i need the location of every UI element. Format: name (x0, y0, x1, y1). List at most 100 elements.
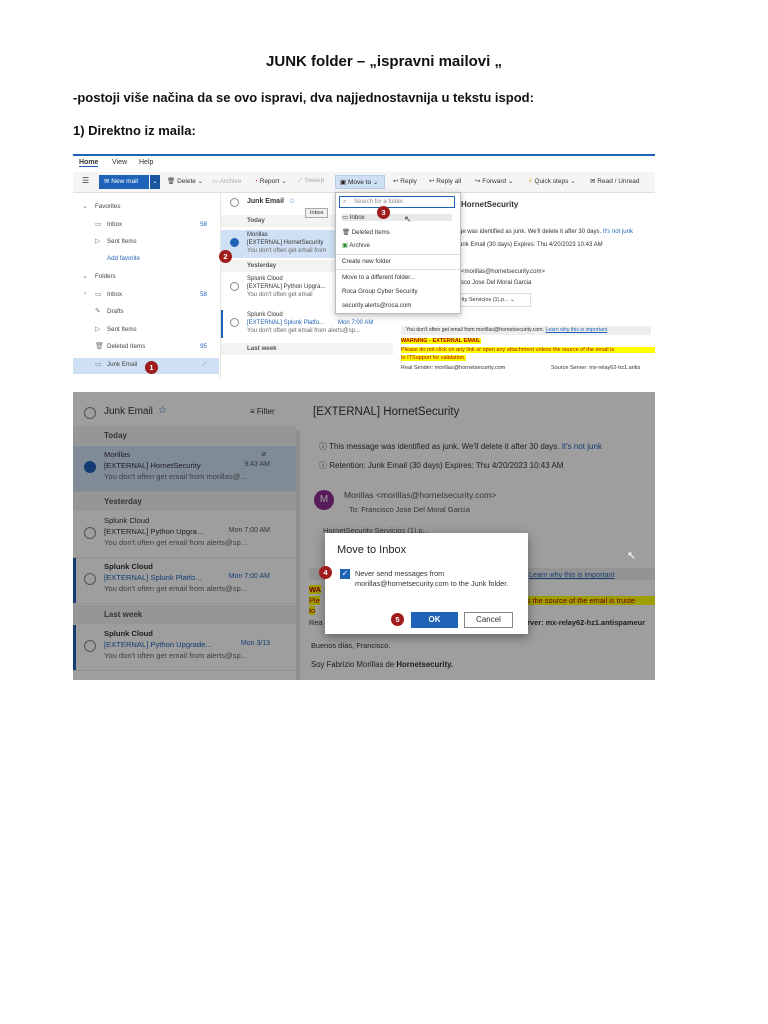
reply-button[interactable]: ↩ Reply (393, 177, 417, 185)
folder-move-icon: ▣ (340, 179, 347, 186)
warning-body-2: to ITSupport for validation. (401, 355, 466, 361)
dropdown-item-archive[interactable]: ▣ Archive (342, 242, 370, 249)
favorites-section[interactable]: ⌄ Favorites (73, 200, 219, 214)
sidebar-item-inbox[interactable]: ▭ Inbox 58 (73, 218, 219, 232)
archive-icon: ▭ (212, 178, 219, 185)
folder-pane: ⌄ Favorites ▭ Inbox 58 ▷ Sent Items Add favo… (73, 193, 219, 378)
document-title: JUNK folder – „ispravni mailovi „ (266, 53, 502, 70)
pencil-icon: ✎ (95, 308, 101, 315)
list-item[interactable]: Splunk Cloud [EXTERNAL] Splunk Platfo...… (221, 310, 393, 338)
move-to-dropdown: ⌕ Search for a folder ▭ Inbox 🗑 Deleted I… (335, 192, 461, 314)
dropdown-item-security[interactable]: security.alerts@roca.com (342, 302, 411, 309)
read-unread-button[interactable]: ✉ Read / Unread (590, 177, 640, 185)
sidebar-item-sent[interactable]: ▷ Sent Items (73, 235, 219, 249)
send-icon: ▷ (95, 238, 101, 245)
report-icon: ◔ (254, 178, 258, 185)
never-junk-checkbox[interactable]: ✓ (340, 569, 350, 579)
ribbon-tabs: Home View Help (73, 156, 655, 170)
trash-icon: 🗑 (167, 178, 176, 185)
forward-icon: ↪ (475, 178, 481, 185)
dialog-title: Move to Inbox (337, 544, 407, 556)
cancel-button[interactable]: Cancel (464, 612, 513, 628)
toolbar: ☰ ✉ New mail ⌄ 🗑 Delete ⌄ ▭ Archive ◔ Re… (73, 172, 655, 193)
sweep-button[interactable]: ⟋ Sweep (298, 177, 324, 185)
select-checkbox[interactable] (230, 238, 239, 247)
select-checkbox[interactable] (230, 318, 239, 327)
sidebar-item-sent-folder[interactable]: ▷ Sent Items (73, 323, 219, 337)
retention-notice: unk Email (30 days) Expires: Thu 4/20/20… (459, 242, 603, 248)
chevron-down-icon: ⌄ (82, 203, 88, 210)
move-to-inbox-dialog: Move to Inbox ✓ Never send messages from… (325, 533, 528, 634)
reply-all-button[interactable]: ↩ Reply all (429, 177, 461, 185)
list-title: Junk Email (247, 198, 284, 205)
dropdown-item-deleted[interactable]: 🗑 Deleted Items (342, 228, 390, 236)
trash-icon: 🗑 (342, 229, 350, 236)
sender-address: <morillas@hornetsecurity.com> (461, 269, 546, 275)
sidebar-item-deleted[interactable]: 🗑 Deleted Items 95 (73, 340, 219, 354)
report-button[interactable]: ◔ Report ⌄ (254, 177, 287, 185)
lightning-icon: ⚡ (528, 178, 533, 185)
chevron-down-icon: ⌄ (82, 273, 88, 280)
mouse-cursor-icon: ↖ (404, 214, 412, 224)
reply-icon: ↩ (393, 178, 399, 185)
inbox-tooltip: Inbox (305, 208, 329, 218)
outlook-screenshot-2: Junk Email ☆ ≡ Filter Today Morillas ⌀ [… (73, 392, 655, 680)
dropdown-item-roca[interactable]: Roca Group Cyber Security (342, 288, 418, 295)
dropdown-item-inbox[interactable]: ▭ Inbox (342, 214, 452, 221)
step-badge-1: 1 (145, 361, 158, 374)
dropdown-item-new-folder[interactable]: Create new folder (342, 258, 391, 265)
select-all-checkbox[interactable] (230, 198, 239, 207)
warning-body: Please do not click on any link or open … (401, 347, 655, 353)
external-sender-banner: You don't often get email from morillas@… (401, 326, 651, 335)
real-sender: Real Sender: morillas@hornetsecurity.com (401, 365, 506, 371)
step-heading: 1) Direktno iz maila: (73, 123, 196, 138)
step-badge-4: 4 (319, 566, 332, 579)
dropdown-divider (336, 269, 460, 270)
new-mail-dropdown[interactable]: ⌄ (149, 175, 160, 189)
unread-indicator (221, 310, 223, 338)
dropdown-item-move-different[interactable]: Move to a different folder... (342, 274, 415, 281)
envelope-open-icon: ✉ (590, 178, 596, 185)
step-badge-2: 2 (219, 250, 232, 263)
folders-section[interactable]: ⌄ Folders (73, 270, 219, 284)
hamburger-menu-icon[interactable]: ☰ (82, 176, 89, 185)
tab-view[interactable]: View (112, 159, 127, 166)
email-subject: HornetSecurity (461, 200, 519, 209)
select-checkbox[interactable] (230, 282, 239, 291)
not-junk-link[interactable]: It's not junk (603, 229, 633, 235)
forward-button[interactable]: ↪ Forward ⌄ (475, 177, 513, 185)
inbox-icon: ▭ (342, 214, 348, 221)
mouse-cursor-icon: ↖ (627, 550, 637, 562)
sidebar-item-inbox-folder[interactable]: › ▭ Inbox 58 (73, 288, 219, 302)
archive-icon: ▣ (342, 242, 348, 249)
star-icon[interactable]: ☆ (289, 197, 295, 205)
step-badge-5: 5 (391, 613, 404, 626)
trash-icon: 🗑 (95, 343, 104, 350)
reply-all-icon: ↩ (429, 178, 435, 185)
tab-help[interactable]: Help (139, 159, 153, 166)
warning-title: WARNING - EXTERNAL EMAIL (401, 338, 481, 344)
inbox-icon: ▭ (95, 221, 102, 228)
sweep-icon[interactable]: ⟋ (203, 361, 207, 369)
chevron-right-icon: › (84, 290, 87, 297)
send-icon: ▷ (95, 326, 101, 333)
tab-home[interactable]: Home (79, 159, 99, 167)
junk-notice: ge was identified as junk. We'll delete … (459, 229, 633, 235)
dropdown-divider (336, 254, 460, 255)
folder-search-input[interactable]: ⌕ Search for a folder (339, 196, 455, 208)
ok-button[interactable]: OK (411, 612, 458, 628)
archive-button[interactable]: ▭ Archive (212, 177, 241, 185)
quick-steps-button[interactable]: ⚡ Quick steps ⌄ (528, 177, 576, 185)
move-to-button[interactable]: ▣ Move to ⌄ (335, 175, 385, 189)
junk-icon: ▭ (95, 361, 102, 368)
outlook-screenshot-1: Home View Help ☰ ✉ New mail ⌄ 🗑 Delete ⌄… (73, 154, 655, 378)
delete-button[interactable]: 🗑 Delete ⌄ (167, 177, 203, 185)
attachment[interactable]: rity Servicios (1).p... ⌄ (453, 293, 531, 307)
add-favorite-link[interactable]: Add favorite (73, 252, 219, 266)
recipient: sco Jose Del Moral Garcia (461, 280, 532, 286)
sidebar-item-drafts[interactable]: ✎ Drafts (73, 305, 219, 319)
learn-why-link[interactable]: Learn why this is important (545, 327, 607, 333)
never-junk-label: Never send messages from morillas@hornet… (355, 569, 509, 588)
inbox-icon: ▭ (95, 291, 102, 298)
sweep-icon: ⟋ (298, 177, 303, 184)
